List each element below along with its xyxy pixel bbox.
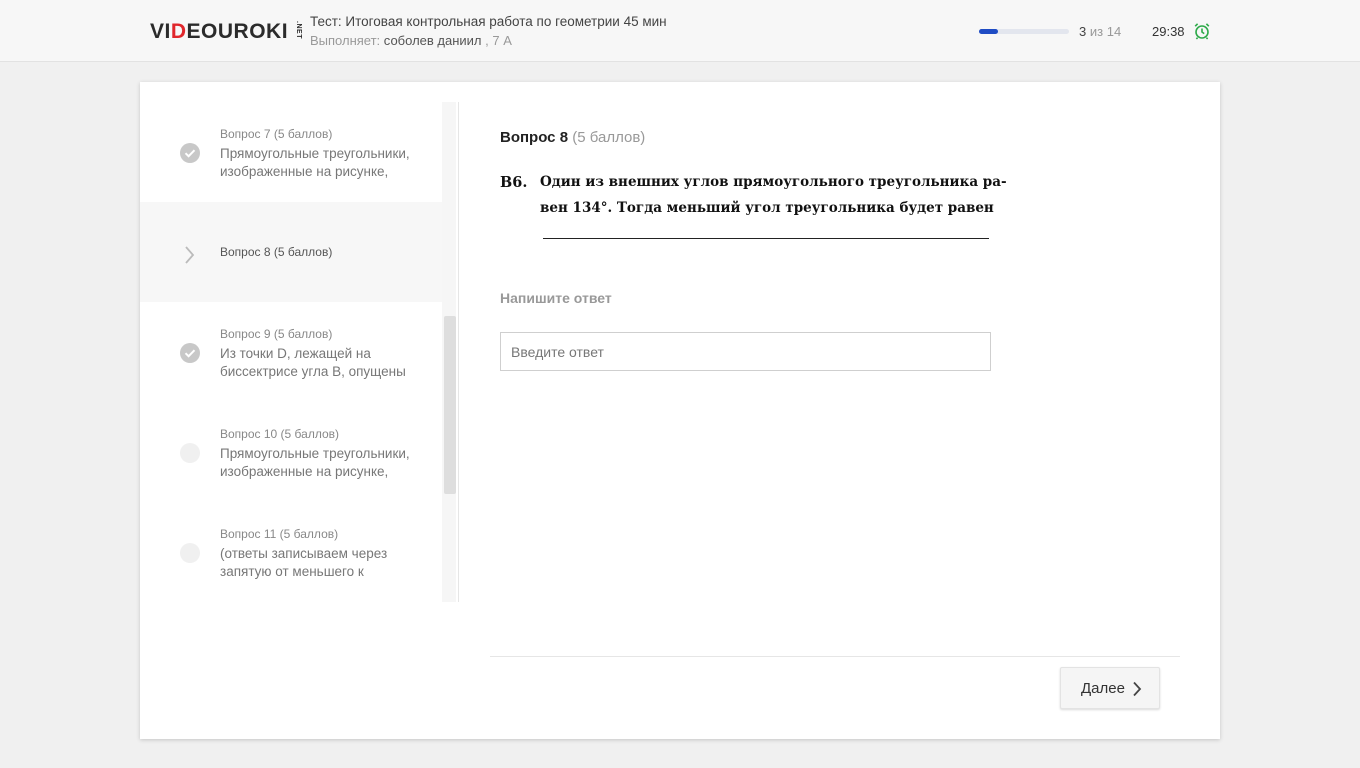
- footer-divider: [490, 656, 1180, 657]
- question-list[interactable]: Вопрос 7 (5 баллов) Прямоугольные треуго…: [140, 102, 442, 602]
- next-button[interactable]: Далее: [1060, 667, 1160, 709]
- question-list-item[interactable]: Вопрос 11 (5 баллов) (ответы записываем …: [140, 502, 442, 602]
- videouroki-logo[interactable]: VIDEOUROKI .NET: [150, 20, 307, 44]
- problem-number: B6.: [500, 174, 528, 191]
- status-circle-icon: [180, 543, 200, 563]
- progress-bar: [979, 29, 1069, 34]
- chevron-right-icon: [1132, 681, 1142, 701]
- progress-bar-fill: [979, 29, 999, 34]
- top-header: VIDEOUROKI .NET Тест: Итоговая контрольна…: [0, 0, 1360, 62]
- status-circle-icon: [180, 443, 200, 463]
- check-icon: [180, 143, 200, 163]
- chevron-right-icon: [184, 245, 196, 265]
- answer-input[interactable]: [500, 332, 991, 371]
- performer-info: Выполняет: соболев даниил , 7 А: [310, 33, 512, 48]
- vertical-divider: [458, 102, 459, 602]
- problem-text-line: вен 134°. Тогда меньший угол треугольник…: [540, 200, 994, 216]
- alarm-clock-icon: [1193, 22, 1211, 40]
- progress-counter: 3 из 14: [1079, 24, 1122, 39]
- question-list-item[interactable]: Вопрос 10 (5 баллов) Прямоугольные треуг…: [140, 402, 442, 502]
- question-list-item[interactable]: Вопрос 7 (5 баллов) Прямоугольные треуго…: [140, 102, 442, 202]
- answer-blank-line: [543, 238, 989, 239]
- question-list-item-current[interactable]: Вопрос 8 (5 баллов): [140, 202, 442, 302]
- test-card: Вопрос 7 (5 баллов) Прямоугольные треуго…: [140, 82, 1220, 739]
- answer-label: Напишите ответ: [500, 290, 612, 306]
- question-list-item[interactable]: Вопрос 9 (5 баллов) Из точки D, лежащей …: [140, 302, 442, 402]
- performer-name: соболев даниил: [383, 33, 482, 48]
- problem-text-line: Один из внешних углов прямоугольного тре…: [540, 174, 1007, 190]
- countdown-timer: 29:38: [1152, 24, 1185, 39]
- question-title: Вопрос 8 (5 баллов): [500, 129, 646, 146]
- sidebar-scrollbar[interactable]: [442, 102, 456, 602]
- performer-class: , 7 А: [485, 33, 512, 48]
- check-icon: [180, 343, 200, 363]
- sidebar-scrollbar-thumb[interactable]: [444, 316, 456, 494]
- test-title: Тест: Итоговая контрольная работа по гео…: [310, 14, 667, 29]
